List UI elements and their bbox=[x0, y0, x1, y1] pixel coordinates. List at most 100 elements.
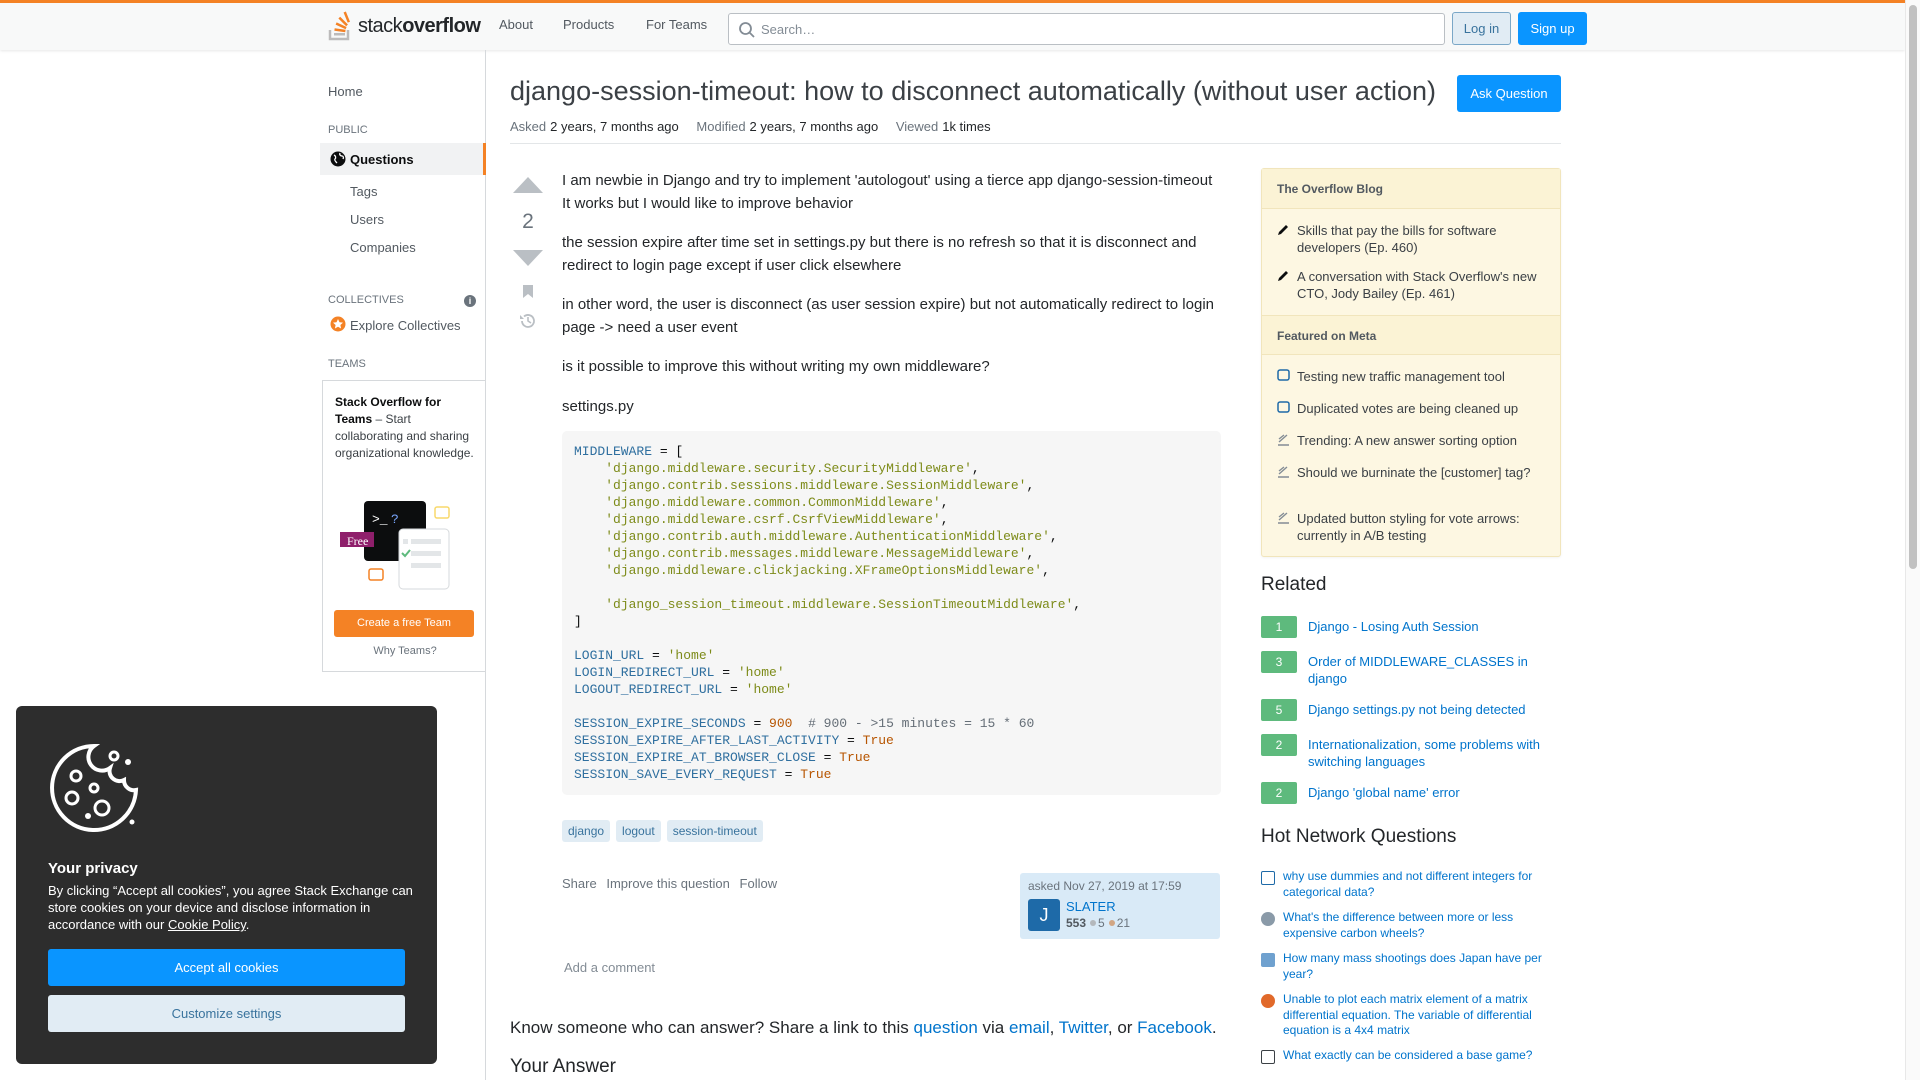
related-question[interactable]: 1 Django - Losing Auth Session bbox=[1261, 616, 1561, 638]
related-score: 3 bbox=[1261, 651, 1297, 673]
hot-question[interactable]: What's the difference between more or le… bbox=[1261, 910, 1561, 941]
hot-question-link[interactable]: Unable to plot each matrix element of a … bbox=[1283, 992, 1561, 1039]
silver-badge-icon bbox=[1090, 920, 1097, 927]
related-score: 2 bbox=[1261, 734, 1297, 756]
question-paragraph: the session expire after time set in set… bbox=[562, 234, 1197, 274]
scrollbar-thumb[interactable] bbox=[1909, 5, 1917, 569]
facebook-share-link[interactable]: Facebook bbox=[1137, 1018, 1212, 1037]
code-block: MIDDLEWARE = [ 'django.middleware.securi… bbox=[562, 431, 1221, 795]
hot-question[interactable]: Unable to plot each matrix element of a … bbox=[1261, 992, 1561, 1039]
modified-label: Modified bbox=[696, 119, 746, 134]
stackoverflow-logo-icon bbox=[328, 11, 354, 41]
user-reputation: 553 5 21 bbox=[1066, 916, 1131, 930]
share-link[interactable]: Share bbox=[562, 876, 597, 891]
sidebar-item-tags[interactable]: Tags bbox=[350, 184, 377, 199]
create-free-team-button[interactable]: Create a free Team bbox=[334, 610, 474, 637]
avatar[interactable]: J bbox=[1028, 899, 1060, 931]
downvote-arrow-icon[interactable] bbox=[513, 250, 543, 266]
question-paragraph: I am newbie in Django and try to impleme… bbox=[562, 172, 1213, 212]
sidebar-item-users[interactable]: Users bbox=[350, 212, 384, 227]
sidebar-item-companies[interactable]: Companies bbox=[350, 240, 416, 255]
twitter-share-link[interactable]: Twitter bbox=[1059, 1018, 1108, 1037]
meta-item[interactable]: Should we burninate the [customer] tag? bbox=[1277, 464, 1547, 482]
question-paragraph: in other word, the user is disconnect (a… bbox=[562, 296, 1214, 336]
question-link[interactable]: question bbox=[914, 1018, 978, 1037]
related-question-link[interactable]: Order of MIDDLEWARE_CLASSES in django bbox=[1308, 651, 1561, 687]
hot-question-link[interactable]: How many mass shootings does Japan have … bbox=[1283, 951, 1561, 982]
pencil-icon bbox=[1277, 222, 1297, 256]
meta-item[interactable]: Testing new traffic management tool bbox=[1277, 368, 1547, 386]
related-score: 2 bbox=[1261, 782, 1297, 804]
signup-button[interactable]: Sign up bbox=[1518, 12, 1587, 45]
hot-question[interactable]: What exactly can be considered a base ga… bbox=[1261, 1048, 1561, 1064]
cookie-consent-banner: Your privacy By clicking “Accept all coo… bbox=[16, 706, 437, 1064]
tag-logout[interactable]: logout bbox=[616, 820, 661, 842]
ask-question-button[interactable]: Ask Question bbox=[1457, 75, 1561, 112]
customize-settings-button[interactable]: Customize settings bbox=[48, 995, 405, 1032]
vote-count: 2 bbox=[522, 210, 534, 233]
info-icon[interactable]: i bbox=[464, 295, 476, 307]
search-input[interactable]: Search… bbox=[728, 13, 1445, 45]
stackoverflow-logo[interactable]: stackoverflow bbox=[328, 9, 481, 43]
asked-value: 2 years, 7 months ago bbox=[550, 119, 679, 134]
related-question-link[interactable]: Internationalization, some problems with… bbox=[1308, 734, 1561, 770]
asked-label: Asked bbox=[510, 119, 547, 134]
related-question-link[interactable]: Django settings.py not being detected bbox=[1308, 699, 1526, 721]
bicycles-site-icon bbox=[1261, 912, 1275, 926]
meta-item[interactable]: Duplicated votes are being cleaned up bbox=[1277, 400, 1547, 418]
sidebar-item-questions[interactable]: Questions bbox=[320, 143, 486, 175]
meta-chat-icon bbox=[1277, 400, 1297, 418]
share-prompt: Know someone who can answer? Share a lin… bbox=[510, 1018, 1217, 1037]
cookie-title: Your privacy bbox=[48, 860, 138, 877]
sidebar-section-collectives: COLLECTIVES bbox=[328, 294, 404, 306]
improve-question-link[interactable]: Improve this question bbox=[606, 876, 730, 891]
related-question-link[interactable]: Django 'global name' error bbox=[1308, 782, 1460, 804]
hot-question-link[interactable]: why use dummies and not different intege… bbox=[1283, 869, 1561, 900]
hot-question[interactable]: why use dummies and not different intege… bbox=[1261, 869, 1561, 900]
sidebar-item-explore-collectives[interactable]: Explore Collectives bbox=[330, 316, 461, 335]
blog-item[interactable]: Skills that pay the bills for software d… bbox=[1277, 222, 1547, 256]
question-title[interactable]: django-session-timeout: how to disconnec… bbox=[510, 76, 1436, 107]
bookmark-icon[interactable] bbox=[522, 284, 534, 302]
follow-link[interactable]: Follow bbox=[740, 876, 778, 891]
related-question[interactable]: 2 Internationalization, some problems wi… bbox=[1261, 734, 1561, 770]
nav-for-teams[interactable]: For Teams bbox=[646, 17, 707, 32]
search-icon bbox=[738, 21, 756, 42]
login-button[interactable]: Log in bbox=[1452, 12, 1511, 45]
tag-django[interactable]: django bbox=[562, 820, 611, 842]
boardgames-site-icon bbox=[1261, 1050, 1275, 1064]
overflow-blog-title: The Overflow Blog bbox=[1262, 169, 1560, 209]
tag-session-timeout[interactable]: session-timeout bbox=[666, 820, 763, 842]
overflow-blog-widget: The Overflow Blog Skills that pay the bi… bbox=[1261, 168, 1561, 557]
teams-illustration: >_ ? Free bbox=[339, 499, 459, 595]
sidebar-questions-label: Questions bbox=[350, 152, 414, 167]
blog-item[interactable]: A conversation with Stack Overflow's new… bbox=[1277, 268, 1547, 302]
politics-site-icon bbox=[1261, 953, 1275, 967]
cookie-policy-link[interactable]: Cookie Policy bbox=[168, 917, 246, 932]
email-share-link[interactable]: email bbox=[1009, 1018, 1050, 1037]
meta-item[interactable]: Trending: A new answer sorting option bbox=[1277, 432, 1547, 450]
accept-all-cookies-button[interactable]: Accept all cookies bbox=[48, 949, 405, 986]
why-teams-link[interactable]: Why Teams? bbox=[323, 645, 487, 657]
modified-value[interactable]: 2 years, 7 months ago bbox=[750, 119, 879, 134]
history-icon[interactable] bbox=[519, 312, 537, 333]
viewed-label: Viewed bbox=[895, 119, 939, 134]
meta-item[interactable]: Updated button styling for vote arrows: … bbox=[1277, 510, 1547, 544]
user-name-link[interactable]: SLATER bbox=[1066, 899, 1116, 914]
hot-question-link[interactable]: What exactly can be considered a base ga… bbox=[1283, 1048, 1532, 1064]
cookie-icon bbox=[46, 740, 142, 839]
related-score: 5 bbox=[1261, 699, 1297, 721]
hot-question[interactable]: How many mass shootings does Japan have … bbox=[1261, 951, 1561, 982]
nav-about[interactable]: About bbox=[499, 17, 533, 32]
related-question-link[interactable]: Django - Losing Auth Session bbox=[1308, 616, 1479, 638]
sidebar-item-home[interactable]: Home bbox=[328, 84, 363, 99]
related-question[interactable]: 2 Django 'global name' error bbox=[1261, 782, 1561, 804]
related-question[interactable]: 5 Django settings.py not being detected bbox=[1261, 699, 1561, 721]
page-scrollbar[interactable] bbox=[1905, 0, 1920, 1080]
upvote-arrow-icon[interactable] bbox=[513, 177, 543, 193]
hot-question-link[interactable]: What's the difference between more or le… bbox=[1283, 910, 1561, 941]
related-question[interactable]: 3 Order of MIDDLEWARE_CLASSES in django bbox=[1261, 651, 1561, 687]
nav-products[interactable]: Products bbox=[563, 17, 614, 32]
add-comment-link[interactable]: Add a comment bbox=[564, 960, 655, 975]
sidebar-section-teams: TEAMS bbox=[328, 358, 366, 370]
